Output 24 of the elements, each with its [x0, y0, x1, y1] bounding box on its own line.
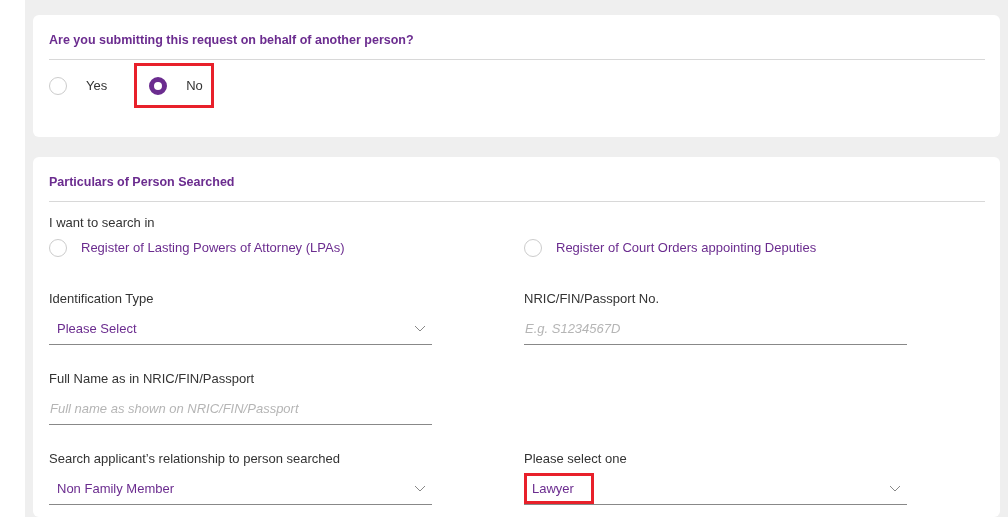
radio-option[interactable]: Yes	[49, 63, 119, 108]
field-label: Please select one	[524, 451, 627, 467]
select-field[interactable]: Lawyer	[524, 473, 907, 505]
chevron-down-icon	[889, 485, 901, 492]
selected-value: Lawyer	[524, 473, 594, 504]
text-field[interactable]: Full name as shown on NRIC/FIN/Passport	[49, 393, 432, 425]
field-label: NRIC/FIN/Passport No.	[524, 291, 660, 307]
field-label: Identification Type	[49, 291, 154, 307]
radio-button[interactable]	[149, 76, 168, 95]
selected-value: Please Select	[56, 320, 138, 338]
card-title: Particulars of Person Searched	[49, 174, 235, 190]
field-label: Full Name as in NRIC/FIN/Passport	[49, 371, 255, 387]
chevron-down-icon	[414, 325, 426, 332]
radio-label[interactable]: Register of Court Orders appointing Deputies	[556, 240, 817, 256]
select-field[interactable]: Please Select	[49, 313, 432, 345]
chevron-down-icon	[414, 485, 426, 492]
field-label: I want to search in	[49, 215, 155, 231]
selected-value: Non Family Member	[56, 480, 176, 498]
radio-option[interactable]: No	[134, 63, 214, 108]
select-field[interactable]: Non Family Member	[49, 473, 432, 505]
radio-label[interactable]: Register of Lasting Powers of Attorney (LPAs)	[81, 240, 345, 256]
field-label: Search applicant’s relationship to person searched	[49, 451, 340, 467]
text-field[interactable]: E.g. S1234567D	[524, 313, 907, 345]
card-title: Are you submitting this request on behalf of another person?	[49, 32, 414, 48]
